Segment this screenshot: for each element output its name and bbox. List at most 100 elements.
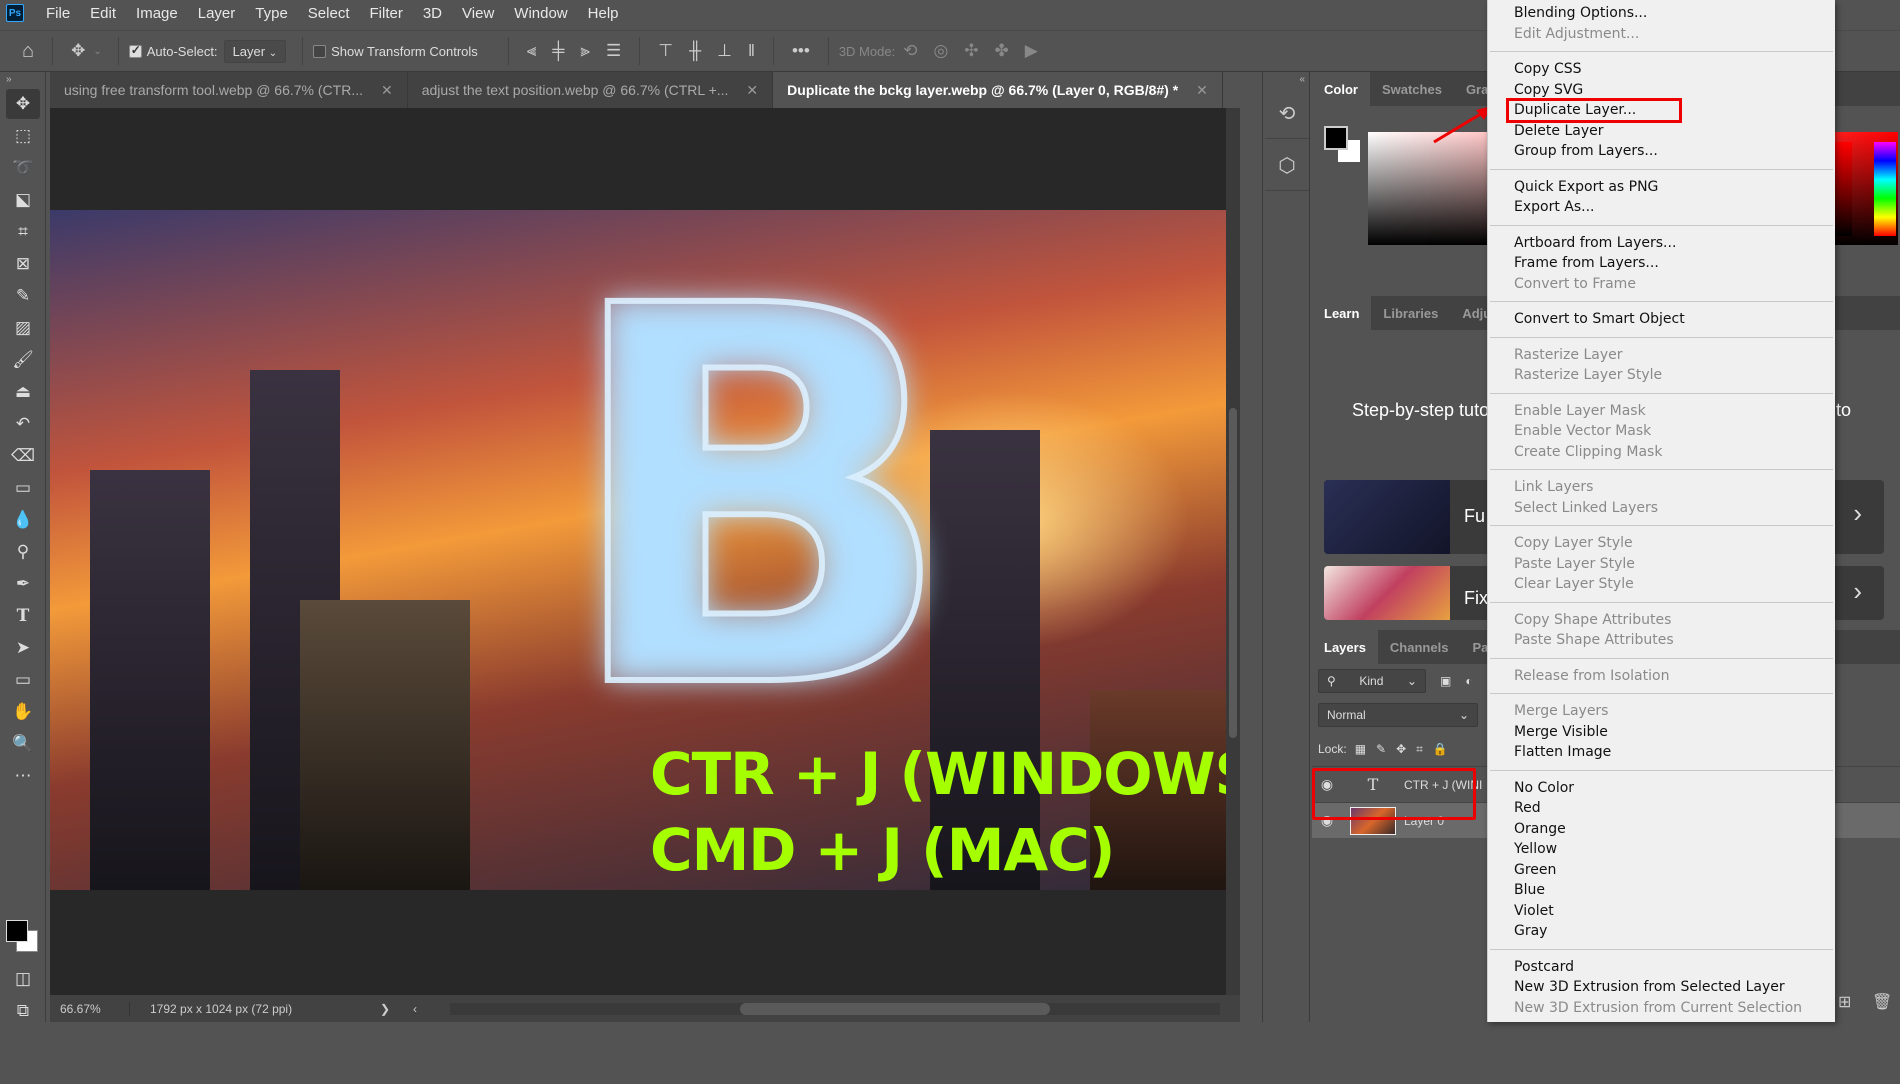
eraser-tool[interactable]: ⌫ [6, 441, 40, 471]
move-tool-icon[interactable]: ✥ [71, 41, 85, 61]
hue-slider[interactable] [1874, 142, 1896, 236]
quick-mask-icon[interactable]: ◫ [6, 964, 40, 994]
history-panel-icon[interactable]: ⟲ [1265, 89, 1309, 139]
align-left-icon[interactable]: ⫷ [527, 41, 537, 61]
scroll-left-arrow[interactable]: ‹ [400, 1002, 430, 1016]
context-menu-item-flatten-image[interactable]: Flatten Image [1488, 742, 1835, 763]
3d-panel-icon[interactable]: ⬡ [1265, 141, 1309, 191]
context-menu-item-new-3d-extrusion-from-selected-layer[interactable]: New 3D Extrusion from Selected Layer [1488, 977, 1835, 998]
kind-filter-dropdown[interactable]: ⚲ Kind ⌄ [1318, 669, 1426, 693]
context-menu-item-merge-visible[interactable]: Merge Visible [1488, 722, 1835, 743]
context-menu-item-blending-options[interactable]: Blending Options... [1488, 3, 1835, 24]
context-menu-item-group-from-layers[interactable]: Group from Layers... [1488, 141, 1835, 162]
close-icon[interactable]: ✕ [381, 82, 393, 99]
align-bottom-icon[interactable]: ⊥ [717, 41, 732, 61]
menu-3d[interactable]: 3D [413, 5, 452, 22]
adjustment-filter-icon[interactable]: ◐ [1465, 674, 1472, 688]
lasso-tool[interactable]: ➰ [6, 153, 40, 183]
new-layer-icon[interactable]: ⊞ [1838, 992, 1851, 1012]
auto-select-checkbox[interactable] [128, 43, 142, 58]
menu-help[interactable]: Help [578, 5, 629, 22]
clone-stamp-tool[interactable]: ⏏ [6, 377, 40, 407]
vertical-scrollbar[interactable] [1226, 108, 1240, 995]
context-menu-item-copy-svg[interactable]: Copy SVG [1488, 80, 1835, 101]
gradient-tool[interactable]: ▭ [6, 473, 40, 503]
brush-tool[interactable]: 🖌 [6, 345, 40, 375]
context-menu-item-export-as[interactable]: Export As... [1488, 197, 1835, 218]
document-image[interactable]: B CTR + J (WINDOWS) CMD + J (MAC) [50, 210, 1240, 890]
color-slider[interactable] [1834, 142, 1852, 236]
context-menu-item-quick-export-as-png[interactable]: Quick Export as PNG [1488, 177, 1835, 198]
close-icon[interactable]: ✕ [1196, 82, 1208, 99]
lock-paint-icon[interactable]: ✎ [1376, 742, 1386, 756]
collapse-toolbar-button[interactable]: » [0, 72, 45, 87]
dodge-tool[interactable]: ⚲ [6, 537, 40, 567]
scrollbar-thumb[interactable] [740, 1002, 1050, 1015]
chevron-right-icon[interactable]: › [1853, 498, 1862, 529]
menu-layer[interactable]: Layer [188, 5, 246, 22]
context-menu-item-blue[interactable]: Blue [1488, 880, 1835, 901]
delete-layer-icon[interactable]: 🗑 [1872, 992, 1892, 1012]
context-menu-item-duplicate-layer[interactable]: Duplicate Layer... [1506, 98, 1682, 123]
menu-view[interactable]: View [452, 5, 504, 22]
context-menu-item-green[interactable]: Green [1488, 860, 1835, 881]
path-select-tool[interactable]: ➤ [6, 633, 40, 663]
lock-all-icon[interactable]: 🔒 [1433, 742, 1448, 756]
tab-libraries[interactable]: Libraries [1371, 296, 1450, 330]
blend-mode-dropdown[interactable]: Normal ⌄ [1318, 703, 1478, 727]
status-menu-arrow[interactable]: ❯ [370, 1002, 400, 1016]
horizontal-scrollbar[interactable] [450, 1002, 1220, 1015]
move-tool[interactable]: ✥ [6, 89, 40, 119]
lock-artboard-icon[interactable]: ⌗ [1416, 742, 1423, 757]
distribute-h-icon[interactable]: ‖ [748, 41, 755, 61]
zoom-level[interactable]: 66.67% [50, 1001, 130, 1016]
pen-tool[interactable]: ✒ [6, 569, 40, 599]
3d-orbit-icon[interactable]: ⟲ [903, 41, 917, 61]
more-tools[interactable]: ⋯ [6, 761, 40, 791]
menu-edit[interactable]: Edit [80, 5, 126, 22]
doc-tab-free-transform[interactable]: using free transform tool.webp @ 66.7% (… [50, 72, 408, 108]
tab-channels[interactable]: Channels [1378, 630, 1461, 664]
more-options-button[interactable]: ••• [792, 41, 810, 61]
rectangle-tool[interactable]: ▭ [6, 665, 40, 695]
menu-file[interactable]: File [36, 5, 80, 22]
context-menu-item-yellow[interactable]: Yellow [1488, 839, 1835, 860]
canvas-area[interactable]: B CTR + J (WINDOWS) CMD + J (MAC) [50, 108, 1240, 995]
menu-window[interactable]: Window [504, 5, 577, 22]
context-menu-item-red[interactable]: Red [1488, 798, 1835, 819]
3d-roll-icon[interactable]: ◎ [933, 41, 948, 61]
3d-camera-icon[interactable]: ▶ [1025, 41, 1038, 61]
3d-pan-icon[interactable]: ✣ [964, 41, 978, 61]
frame-tool[interactable]: ⊠ [6, 249, 40, 279]
align-top-icon[interactable]: ⊤ [658, 41, 673, 61]
menu-type[interactable]: Type [245, 5, 298, 22]
type-tool[interactable]: T [6, 601, 40, 631]
show-transform-checkbox[interactable] [313, 44, 327, 58]
marquee-tool[interactable]: ⬚ [6, 121, 40, 151]
menu-select[interactable]: Select [298, 5, 360, 22]
home-icon[interactable]: ⌂ [22, 40, 34, 63]
doc-tab-duplicate-layer[interactable]: Duplicate the bckg layer.webp @ 66.7% (L… [773, 72, 1223, 108]
align-middle-icon[interactable]: ╫ [689, 41, 701, 61]
auto-select-target-dropdown[interactable]: Layer ⌄ [223, 39, 287, 63]
lock-transparent-icon[interactable]: ▦ [1355, 742, 1366, 756]
foreground-color-swatch[interactable] [1324, 126, 1348, 150]
eyedropper-tool[interactable]: ✎ [6, 281, 40, 311]
context-menu-item-copy-css[interactable]: Copy CSS [1488, 59, 1835, 80]
hand-tool[interactable]: ✋ [6, 697, 40, 727]
context-menu-item-artboard-from-layers[interactable]: Artboard from Layers... [1488, 233, 1835, 254]
menu-filter[interactable]: Filter [360, 5, 413, 22]
close-icon[interactable]: ✕ [746, 82, 758, 99]
context-menu-item-orange[interactable]: Orange [1488, 819, 1835, 840]
crop-tool[interactable]: ⌗ [6, 217, 40, 247]
distribute-v-icon[interactable]: ☰ [606, 41, 621, 61]
context-menu-item-violet[interactable]: Violet [1488, 901, 1835, 922]
image-filter-icon[interactable]: ▣ [1440, 674, 1451, 688]
tab-learn[interactable]: Learn [1312, 296, 1372, 330]
foreground-color-swatch[interactable] [6, 920, 28, 942]
chevron-right-icon[interactable]: › [1853, 576, 1862, 607]
history-brush-tool[interactable]: ↶ [6, 409, 40, 439]
tab-layers[interactable]: Layers [1312, 630, 1378, 664]
blur-tool[interactable]: 💧 [6, 505, 40, 535]
context-menu-item-gray[interactable]: Gray [1488, 921, 1835, 942]
